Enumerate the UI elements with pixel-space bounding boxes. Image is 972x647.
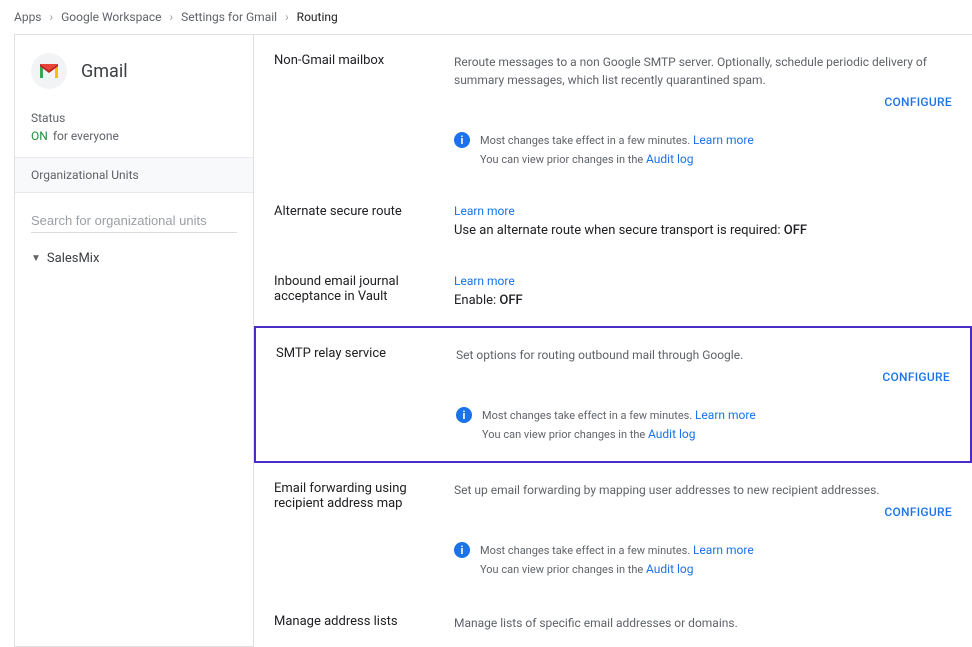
organizational-units-header: Organizational Units <box>15 157 253 193</box>
section-title: Non-Gmail mailbox <box>274 53 434 168</box>
learn-more-link[interactable]: Learn more <box>693 543 754 557</box>
sidebar: Gmail Status ON for everyone Organizatio… <box>14 34 254 647</box>
info-row: i Most changes take effect in a few minu… <box>456 406 950 443</box>
breadcrumb-current: Routing <box>297 10 338 24</box>
breadcrumb-settings-for-gmail[interactable]: Settings for Gmail <box>181 10 277 24</box>
section-title: Manage address lists <box>274 614 434 632</box>
app-title: Gmail <box>81 61 128 82</box>
chevron-right-icon: › <box>170 10 174 24</box>
breadcrumb-google-workspace[interactable]: Google Workspace <box>61 10 161 24</box>
section-title: Email forwarding using recipient address… <box>274 481 434 578</box>
section-manage-address-lists: Manage address lists Manage lists of spe… <box>254 596 972 647</box>
caret-down-icon: ▼ <box>31 253 41 264</box>
section-title: SMTP relay service <box>276 346 436 443</box>
audit-log-link[interactable]: Audit log <box>646 152 693 166</box>
section-alternate-secure-route: Alternate secure route Learn more Use an… <box>254 186 972 256</box>
audit-log-link[interactable]: Audit log <box>646 562 693 576</box>
section-description: Manage lists of specific email addresses… <box>454 614 952 632</box>
info-text-line1: Most changes take effect in a few minute… <box>480 134 693 147</box>
learn-more-link[interactable]: Learn more <box>454 204 515 218</box>
section-title: Alternate secure route <box>274 204 434 238</box>
audit-log-link[interactable]: Audit log <box>648 427 695 441</box>
info-icon: i <box>456 407 472 423</box>
section-description: Set up email forwarding by mapping user … <box>454 481 952 499</box>
info-text-line2: You can view prior changes in the <box>482 428 648 441</box>
section-inbound-journal: Inbound email journal acceptance in Vaul… <box>254 256 972 326</box>
info-row: i Most changes take effect in a few minu… <box>454 541 952 578</box>
app-header: Gmail <box>15 35 253 111</box>
learn-more-link[interactable]: Learn more <box>454 274 515 288</box>
info-icon: i <box>454 132 470 148</box>
configure-button[interactable]: CONFIGURE <box>882 370 950 384</box>
section-smtp-relay: SMTP relay service Set options for routi… <box>254 326 972 463</box>
section-description: Set options for routing outbound mail th… <box>456 346 950 364</box>
alt-route-status-value: OFF <box>784 223 807 238</box>
learn-more-link[interactable]: Learn more <box>695 408 756 422</box>
org-unit-root[interactable]: ▼ SalesMix <box>25 247 243 270</box>
org-unit-tree: ▼ SalesMix <box>15 239 253 278</box>
breadcrumb: Apps › Google Workspace › Settings for G… <box>0 0 972 34</box>
section-non-gmail-mailbox: Non-Gmail mailbox Reroute messages to a … <box>254 35 972 186</box>
org-unit-search-input[interactable] <box>31 209 237 233</box>
info-text-line1: Most changes take effect in a few minute… <box>480 544 693 557</box>
status-block: Status ON for everyone <box>15 111 253 157</box>
status-suffix: for everyone <box>53 129 119 143</box>
info-icon: i <box>454 542 470 558</box>
inbound-status-prefix: Enable: <box>454 293 499 308</box>
chevron-right-icon: › <box>50 10 54 24</box>
configure-button[interactable]: CONFIGURE <box>884 95 952 109</box>
status-value: ON <box>31 129 48 143</box>
section-email-forwarding: Email forwarding using recipient address… <box>254 463 972 596</box>
main-content: Non-Gmail mailbox Reroute messages to a … <box>254 34 972 647</box>
chevron-right-icon: › <box>285 10 289 24</box>
configure-button[interactable]: CONFIGURE <box>884 505 952 519</box>
section-description: Reroute messages to a non Google SMTP se… <box>454 53 952 89</box>
section-title: Inbound email journal acceptance in Vaul… <box>274 274 434 308</box>
gmail-icon <box>31 53 67 89</box>
inbound-status-value: OFF <box>499 293 522 308</box>
org-unit-name: SalesMix <box>47 251 100 266</box>
status-label: Status <box>31 111 237 125</box>
breadcrumb-apps[interactable]: Apps <box>14 10 42 24</box>
info-text-line2: You can view prior changes in the <box>480 563 646 576</box>
info-text-line2: You can view prior changes in the <box>480 153 646 166</box>
learn-more-link[interactable]: Learn more <box>693 133 754 147</box>
info-row: i Most changes take effect in a few minu… <box>454 131 952 168</box>
alt-route-status-prefix: Use an alternate route when secure trans… <box>454 223 784 238</box>
info-text-line1: Most changes take effect in a few minute… <box>482 409 695 422</box>
